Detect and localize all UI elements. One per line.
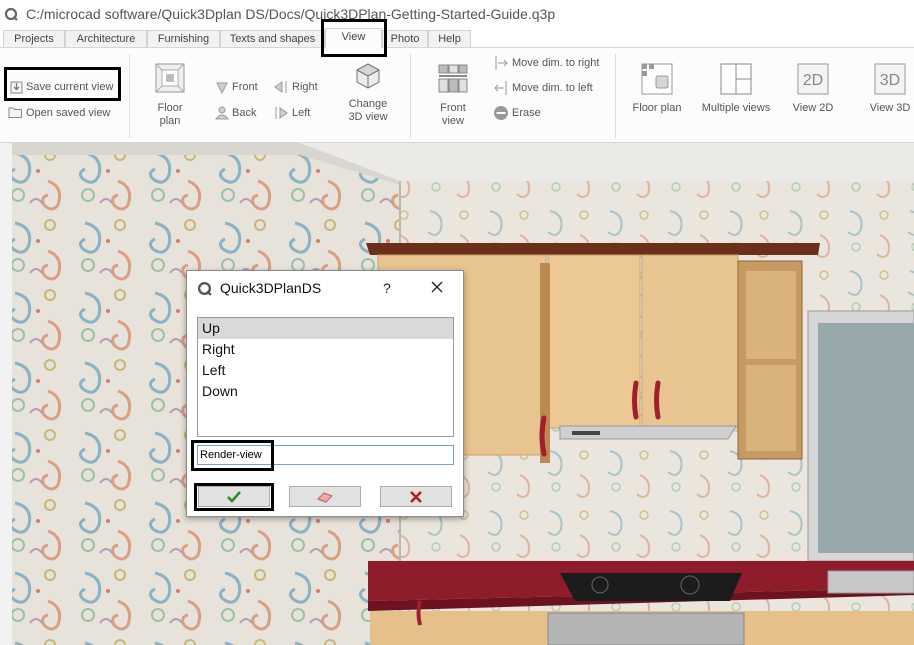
quick3dplan-logo-icon [197, 281, 212, 296]
front-view-icon [216, 82, 228, 94]
cancel-button[interactable] [380, 486, 452, 507]
close-icon[interactable] [429, 279, 445, 295]
floor-plan-view-icon [155, 63, 185, 93]
window-title: C:/microcad software/Quick3Dplan DS/Docs… [26, 6, 556, 22]
checkmark-icon [227, 490, 241, 503]
tab-photo[interactable]: Photo [382, 30, 428, 48]
front-view-button[interactable]: Front view [433, 62, 473, 128]
back-label: Back [232, 107, 257, 119]
multiple-views-icon [720, 63, 752, 95]
front-label: Front [232, 81, 258, 93]
tab-furnishing[interactable]: Furnishing [147, 30, 220, 48]
change-3d-view-label-2: 3D view [348, 111, 388, 123]
front-view-label-1: Front [440, 102, 466, 114]
view-3d-icon-text: 3D [880, 72, 900, 89]
view-3d-button[interactable]: 3D View 3D [867, 62, 913, 115]
floor-plan-small-button[interactable]: Floor plan [150, 62, 190, 128]
move-dim-right-label: Move dim. to right [512, 57, 600, 69]
list-item[interactable]: Right [198, 339, 453, 360]
floor-plan-icon [641, 63, 673, 95]
move-dim-left-label: Move dim. to left [512, 82, 593, 94]
tab-architecture[interactable]: Architecture [65, 30, 147, 48]
quick3dplan-logo-icon [4, 7, 18, 21]
tab-help[interactable]: Help [428, 30, 471, 48]
view-3d-label: View 3D [869, 102, 911, 114]
move-dimension-left-icon [494, 81, 507, 95]
move-dim-right-button[interactable]: Move dim. to right [493, 55, 599, 71]
saved-views-list[interactable]: Up Right Left Down [197, 317, 454, 437]
front-elevation-icon [438, 64, 468, 93]
save-current-view-button[interactable]: Save current view [10, 80, 113, 94]
floor-plan-label: Floor plan [632, 102, 682, 114]
list-item[interactable]: Up [198, 318, 453, 339]
front-view-label-2: view [441, 115, 464, 127]
floor-plan-small-label-2: plan [159, 115, 181, 127]
right-button[interactable]: Right [273, 80, 318, 94]
ribbon-separator [410, 54, 411, 138]
left-label: Left [292, 107, 311, 119]
back-view-icon [215, 106, 229, 120]
ribbon-separator [615, 54, 616, 138]
left-view-icon [275, 107, 288, 119]
open-saved-view-button[interactable]: Open saved view [8, 106, 110, 119]
eraser-icon [317, 491, 333, 503]
app-window: C:/microcad software/Quick3Dplan DS/Docs… [0, 0, 914, 645]
cube-3d-icon [355, 63, 381, 89]
floor-plan-button[interactable]: Floor plan [628, 62, 686, 115]
view-3d-icon: 3D [874, 63, 906, 95]
back-button[interactable]: Back [215, 106, 256, 120]
view-2d-icon-text: 2D [803, 72, 823, 89]
save-view-icon [10, 81, 23, 94]
tab-view[interactable]: View [325, 28, 382, 49]
view-name-input[interactable] [197, 445, 454, 465]
view-2d-icon: 2D [797, 63, 829, 95]
open-saved-view-label: Open saved view [26, 106, 111, 119]
move-dim-left-button[interactable]: Move dim. to left [493, 80, 593, 96]
left-button[interactable]: Left [273, 106, 310, 120]
save-current-view-label: Save current view [26, 81, 114, 93]
erase-icon [494, 106, 508, 120]
save-view-dialog: Quick3DPlanDS ? Up Right Left Down [186, 270, 464, 517]
list-item[interactable]: Down [198, 381, 453, 402]
ribbon-view: Save current view Open saved view Floor … [0, 47, 914, 143]
list-item[interactable]: Left [198, 360, 453, 381]
cancel-x-icon [410, 490, 422, 503]
ribbon-tabs: Projects Architecture Furnishing Texts a… [0, 28, 914, 49]
erase-button[interactable]: Erase [493, 105, 541, 121]
ok-button[interactable] [198, 486, 270, 507]
erase-label: Erase [512, 107, 541, 119]
move-dimension-right-icon [495, 56, 508, 70]
dialog-title: Quick3DPlanDS [220, 280, 322, 296]
view-2d-button[interactable]: 2D View 2D [790, 62, 836, 115]
tab-texts-and-shapes[interactable]: Texts and shapes [220, 30, 325, 48]
dialog-title-bar: Quick3DPlanDS [187, 271, 463, 305]
right-label: Right [292, 81, 318, 93]
floor-plan-small-label-1: Floor [157, 102, 183, 114]
front-button[interactable]: Front [215, 80, 258, 94]
tab-projects[interactable]: Projects [3, 30, 65, 48]
title-bar: C:/microcad software/Quick3Dplan DS/Docs… [0, 0, 914, 28]
right-view-icon [274, 81, 287, 93]
dialog-help-button[interactable]: ? [383, 280, 391, 296]
multiple-views-label: Multiple views [701, 102, 771, 114]
ribbon-separator [129, 54, 130, 138]
change-3d-view-button[interactable]: Change 3D view [344, 62, 392, 124]
change-3d-view-label-1: Change [348, 98, 388, 110]
view-2d-label: View 2D [792, 102, 834, 114]
folder-icon [8, 107, 22, 118]
clear-button[interactable] [289, 486, 361, 507]
multiple-views-button[interactable]: Multiple views [697, 62, 775, 115]
